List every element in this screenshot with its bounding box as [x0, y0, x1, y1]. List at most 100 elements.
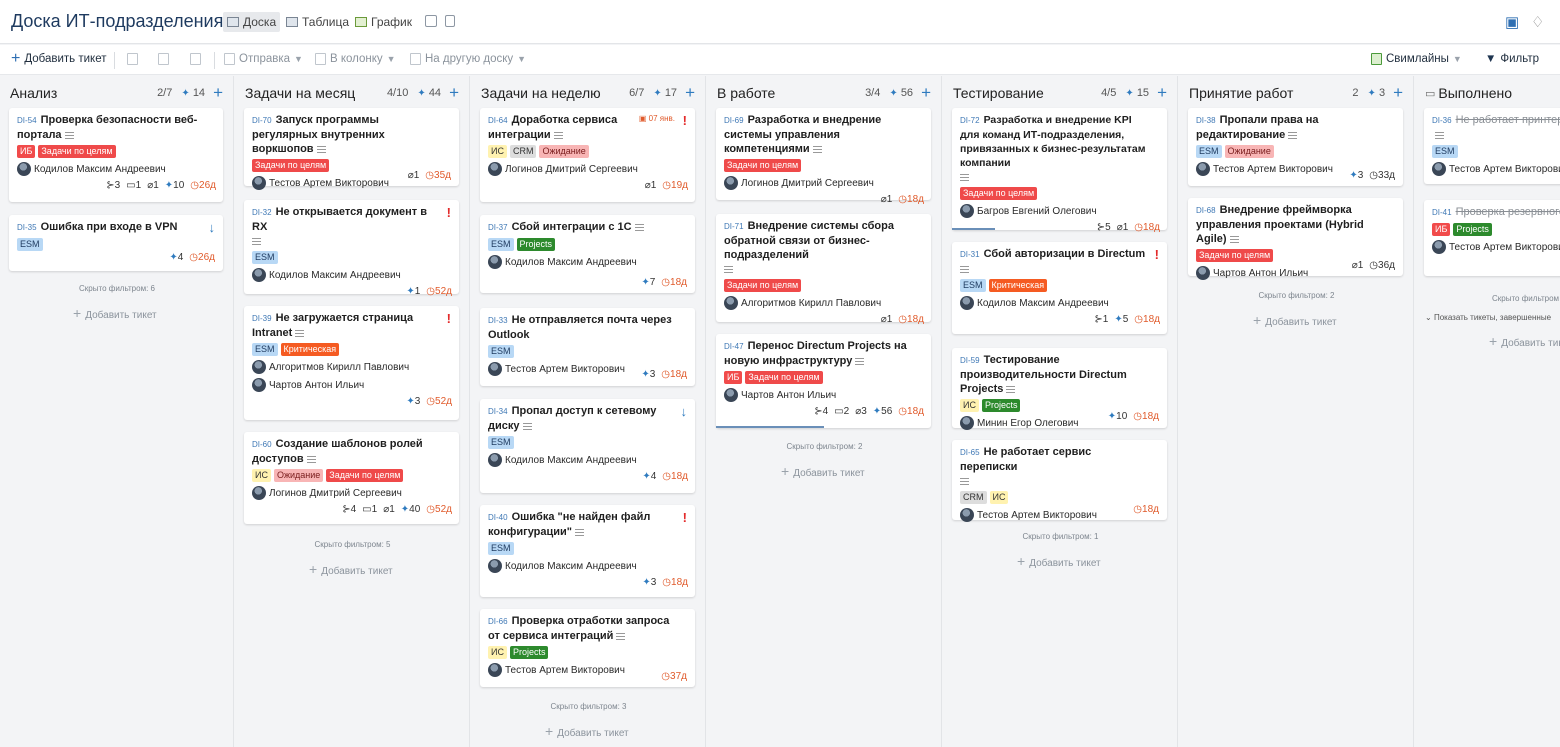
description-icon	[960, 477, 969, 485]
add-ticket-link[interactable]: +Добавить тикет	[545, 723, 629, 739]
card-meta: ✦7 ◷18д	[641, 277, 687, 288]
add-ticket-button[interactable]: + Добавить тикет	[11, 51, 107, 67]
ticket-card[interactable]: DI-41Проверка резервного ния ИБProjects …	[1424, 200, 1560, 276]
add-ticket-link[interactable]: +Добавить тикет	[1253, 312, 1337, 328]
tag: Задачи по целям	[252, 159, 330, 172]
copy-icon	[127, 53, 138, 65]
add-ticket-link[interactable]: +Добавить тикет	[1489, 333, 1560, 349]
card-meta: ⊱4 ▭1 ⌀1 ✦40 ◷52д	[342, 504, 452, 515]
ticket-card[interactable]: DI-54 Проверка безопасности веб-портала И…	[9, 108, 223, 202]
to-column-button[interactable]: В колонку ▼	[315, 53, 396, 65]
column-stats: 4/10 ✦ 44	[386, 87, 442, 99]
card-meta: ✦3 ◷18д	[641, 369, 687, 380]
ticket-card[interactable]: DI-64 Доработка сервиса интеграции ▣ 07 я…	[480, 108, 695, 202]
ticket-card[interactable]: DI-66 Проверка отработки запроса от серви…	[480, 609, 695, 687]
keyboard-icon[interactable]	[425, 15, 437, 27]
description-icon	[1288, 131, 1298, 139]
ticket-card[interactable]: DI-33 Не отправляется почта через Outlook…	[480, 308, 695, 386]
ticket-card[interactable]: DI-37 Сбой интеграции с 1С ESM Projects Ко…	[480, 215, 695, 293]
avatar	[488, 559, 502, 573]
tag: ESM	[488, 238, 514, 251]
ticket-card[interactable]: DI-71 Внедрение системы сбора обратной св…	[716, 214, 931, 325]
chevron-down-icon: ▼	[386, 54, 396, 64]
ticket-card[interactable]: DI-65 Не работает сервис переписки CRM ИС …	[952, 440, 1167, 522]
add-ticket-link[interactable]: +Добавить тикет	[781, 463, 865, 479]
assignee: Тестов Артем Викторович	[1432, 162, 1560, 176]
swimlanes-button[interactable]: Свимлайны ▼	[1371, 53, 1462, 65]
avatar	[252, 360, 266, 374]
high-priority-icon: !	[1154, 247, 1159, 262]
ticket-card[interactable]: DI-39 Не загружается страница Intranet ! …	[244, 306, 459, 420]
ticket-card[interactable]: DI-31 Сбой авторизации в Directum ! ESM Кр…	[952, 242, 1167, 334]
ticket-card[interactable]: DI-36Не работает принтер продаж ESM Тест…	[1424, 108, 1560, 184]
hidden-by-filter: Скрыто фильтром: 2	[1258, 291, 1335, 300]
tag: ИС	[960, 399, 979, 412]
view-chart-button[interactable]: График	[351, 12, 416, 32]
tag: Projects	[1453, 223, 1492, 236]
swimlanes-icon	[1371, 53, 1382, 65]
assignee: Багров Евгений Олегович	[960, 204, 1160, 218]
high-priority-icon: !	[682, 113, 687, 128]
high-priority-icon: !	[682, 510, 687, 525]
tag: ESM	[1196, 145, 1222, 158]
add-card-button[interactable]: +	[1157, 84, 1167, 101]
show-done-toggle[interactable]: ⌄ Показать тикеты, завершенные	[1425, 313, 1551, 322]
tag: CRM	[509, 145, 537, 158]
card-meta: ◷18д	[1133, 504, 1159, 515]
copy-icon[interactable]	[445, 15, 455, 27]
ticket-card[interactable]: DI-72 Разработка и внедрение KPI для кома…	[952, 108, 1167, 233]
description-icon	[812, 145, 822, 153]
description-icon	[316, 145, 326, 153]
duplicate-button[interactable]	[158, 53, 169, 65]
add-card-button[interactable]: +	[921, 84, 931, 101]
description-icon	[252, 237, 261, 245]
add-card-button[interactable]: +	[449, 84, 459, 101]
avatar	[488, 162, 502, 176]
add-card-button[interactable]: +	[685, 84, 695, 101]
ticket-card[interactable]: DI-40 Ошибка "не найден файл конфигурации…	[480, 505, 695, 597]
assignee: Тестов Артем Викторович	[1432, 240, 1560, 254]
add-ticket-link[interactable]: +Добавить тикет	[73, 305, 157, 321]
trash-icon	[190, 53, 201, 65]
card-meta: ✦3 ◷33д	[1349, 170, 1395, 181]
ticket-card[interactable]: DI-47 Перенос Directum Projects на новую …	[716, 334, 931, 428]
filter-button[interactable]: ▼ Фильтр	[1485, 53, 1539, 65]
column-header: Анализ 2/7 ✦ 14 +	[10, 83, 223, 102]
ticket-card[interactable]: DI-38 Пропали права на редактирование ESM…	[1188, 108, 1403, 186]
add-card-button[interactable]: +	[1393, 84, 1403, 101]
avatar	[252, 176, 266, 190]
bell-icon[interactable]: ♢	[1531, 13, 1544, 31]
add-ticket-link[interactable]: +Добавить тикет	[309, 561, 393, 577]
add-ticket-link[interactable]: +Добавить тикет	[1017, 553, 1101, 569]
send-button[interactable]: Отправка ▼	[224, 53, 303, 65]
ticket-card[interactable]: DI-34 Пропал доступ к сетевому диску ↓ ES…	[480, 399, 695, 493]
column-header: Задачи на месяц 4/10 ✦ 44 +	[245, 83, 459, 102]
ticket-card[interactable]: DI-59 Тестирование производительности Dir…	[952, 348, 1167, 430]
avatar	[488, 255, 502, 269]
avatar	[1196, 266, 1210, 280]
card-meta: ⌀1 ◷36д	[1351, 260, 1395, 271]
description-icon	[616, 632, 626, 640]
ticket-card[interactable]: DI-35 Ошибка при входе в VPN ↓ ESM ✦4 ◷26д	[9, 215, 223, 271]
notification-icon[interactable]: ▣	[1505, 13, 1519, 31]
to-board-button[interactable]: На другую доску ▼	[410, 53, 526, 65]
description-icon	[64, 131, 74, 139]
add-card-button[interactable]: +	[213, 84, 223, 101]
ticket-card[interactable]: DI-69 Разработка и внедрение системы упра…	[716, 108, 931, 205]
story-points-icon: ✦	[181, 87, 190, 99]
ticket-card[interactable]: DI-60 Создание шаблонов ролей доступов ИС…	[244, 432, 459, 524]
view-table-button[interactable]: Таблица	[282, 12, 353, 32]
ticket-card[interactable]: DI-68 Внедрение фреймворка управления про…	[1188, 198, 1403, 280]
delete-button[interactable]	[190, 53, 201, 65]
assignee: Чартов Антон Ильич	[724, 388, 924, 402]
tag: Projects	[516, 238, 556, 251]
ticket-card[interactable]: DI-32 Не открывается документ в RX ! ESM …	[244, 200, 459, 297]
assignee: Тестов Артем Викторович	[488, 663, 688, 677]
card-meta: ✦3 ◷52д	[406, 396, 452, 407]
copy-button[interactable]	[127, 53, 138, 65]
view-board-button[interactable]: Доска	[223, 12, 281, 32]
ticket-card[interactable]: DI-70 Запуск программы регулярных внутрен…	[244, 108, 459, 190]
tag: ИС	[989, 491, 1009, 504]
column-week-tasks: Задачи на неделю 6/7 ✦ 17 + DI-64 Доработка …	[471, 76, 706, 747]
description-icon	[1006, 385, 1016, 393]
